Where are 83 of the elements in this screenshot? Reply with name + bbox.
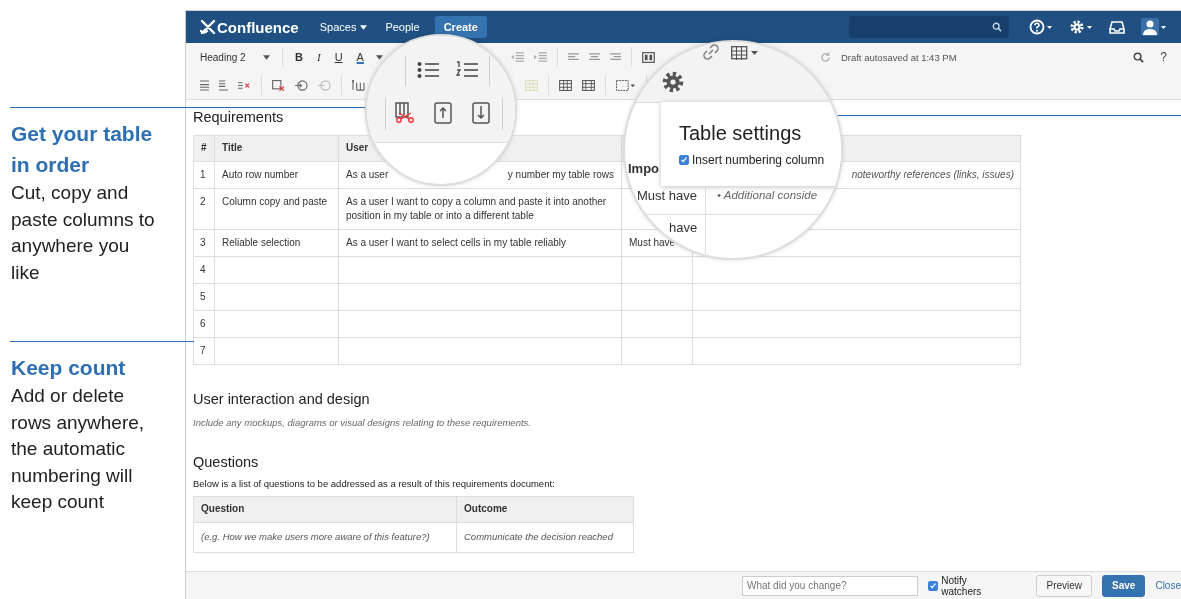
callout-text: Cut, copy and paste columns to anywhere you like [11, 181, 156, 285]
table-cell: Reliable selection [215, 230, 339, 257]
callout-title: Keep count [11, 355, 126, 381]
page-layout-icon[interactable] [641, 51, 655, 63]
section-heading: Questions [193, 454, 259, 470]
section-heading: Requirements [193, 109, 284, 125]
table-icon[interactable] [731, 46, 759, 60]
checkbox[interactable] [679, 155, 689, 165]
change-comment-field[interactable]: What did you change? [742, 575, 919, 596]
table-cell: As a user I want to copy a column and paste it into another position in my table or into a different table [339, 189, 622, 230]
cut-column-icon[interactable] [393, 102, 415, 124]
callout-title: Get your table in order [11, 121, 154, 178]
section-heading: User interaction and design [193, 391, 370, 407]
format-button[interactable]: I [314, 51, 323, 63]
delete-row-icon[interactable] [238, 79, 251, 91]
caret-icon [263, 54, 270, 60]
table-cell: Communicate the decision reached [457, 523, 634, 553]
insert-column-before-icon[interactable] [433, 102, 453, 124]
table-cell [622, 257, 693, 284]
create-button[interactable]: Create [434, 16, 487, 38]
checkbox[interactable] [928, 580, 939, 591]
row-number: 5 [194, 284, 215, 311]
instruction-text: Include any mockups, diagrams or visual designs relating to these requirements. [193, 417, 532, 428]
format-button[interactable]: A [354, 51, 366, 63]
row-number: 7 [194, 338, 215, 365]
caret-icon[interactable] [375, 54, 383, 60]
inbox-icon[interactable] [1109, 19, 1125, 35]
table-border-icon[interactable] [616, 79, 636, 91]
preview-button[interactable]: Preview [1036, 574, 1093, 597]
insert-row-below-icon[interactable] [219, 79, 228, 91]
confluence-logo[interactable]: Confluence [200, 18, 299, 36]
help-button[interactable]: ? [1154, 49, 1173, 65]
column-header: Question [194, 497, 457, 523]
search-field[interactable] [849, 16, 1009, 38]
paragraph-text: Below is a list of questions to be addressed as a result of this requirements document: [193, 478, 556, 489]
autosave-status: Draft autosaved at 1:43 PM [840, 51, 957, 63]
table-cell: Column copy and paste [215, 189, 339, 230]
save-button[interactable]: Save [1102, 574, 1146, 597]
search-icon[interactable] [1133, 51, 1145, 63]
bullet-item: • Additional conside [717, 189, 818, 201]
align-left-icon[interactable] [567, 52, 579, 62]
table-cell [622, 284, 693, 311]
table-cell: (e.g. How we make users more aware of this feature?) [194, 523, 457, 553]
nav-menu-item[interactable]: People [378, 17, 427, 37]
table-cell: Must have [637, 188, 697, 203]
row-number: 3 [194, 230, 215, 257]
numbered-list-icon[interactable] [456, 61, 478, 79]
settings-icon[interactable] [661, 70, 685, 94]
column-header: Impo [628, 161, 660, 176]
column-header: # [194, 136, 215, 162]
user-avatar-icon[interactable] [1141, 18, 1167, 36]
settings-icon[interactable] [1069, 19, 1093, 35]
nav-menu-item[interactable]: Spaces [312, 17, 375, 37]
help-icon[interactable] [1029, 19, 1053, 35]
copy-row-icon[interactable] [295, 79, 308, 91]
insert-row-above-icon[interactable] [200, 79, 209, 91]
table-cell: Auto row number [215, 162, 339, 189]
table-cell: As a user I want to select cells in my table reliably [339, 230, 622, 257]
table-grid-icon[interactable] [559, 79, 572, 91]
format-button[interactable]: B [293, 51, 305, 63]
row-number: 4 [194, 257, 215, 284]
insert-column-after-icon[interactable] [471, 102, 491, 124]
close-link[interactable]: Close [1155, 574, 1181, 597]
column-header: Title [215, 136, 339, 162]
align-right-icon[interactable] [609, 52, 621, 62]
paragraph-style-dropdown[interactable]: Heading 2 [198, 51, 272, 63]
callout-text: Add or delete rows anywhere, the automatic numbering will keep count [11, 384, 146, 514]
align-center-icon[interactable] [588, 52, 600, 62]
cut-row-icon[interactable] [272, 79, 285, 91]
row-number: 1 [194, 162, 215, 189]
row-number: 2 [194, 189, 215, 230]
format-button[interactable]: U [332, 51, 345, 63]
table-cell [622, 338, 693, 365]
table-cell [622, 311, 693, 338]
column-header: Outcome [457, 497, 634, 523]
popup-title: Table settings [679, 122, 803, 145]
insert-column-icon[interactable] [352, 79, 365, 91]
checkbox-label: Notify watchers [941, 574, 983, 597]
bullet-list-icon[interactable] [417, 61, 439, 79]
link-icon[interactable] [703, 44, 719, 60]
search-icon [992, 22, 1002, 32]
table-grid-icon[interactable] [582, 79, 595, 91]
row-number: 6 [194, 311, 215, 338]
